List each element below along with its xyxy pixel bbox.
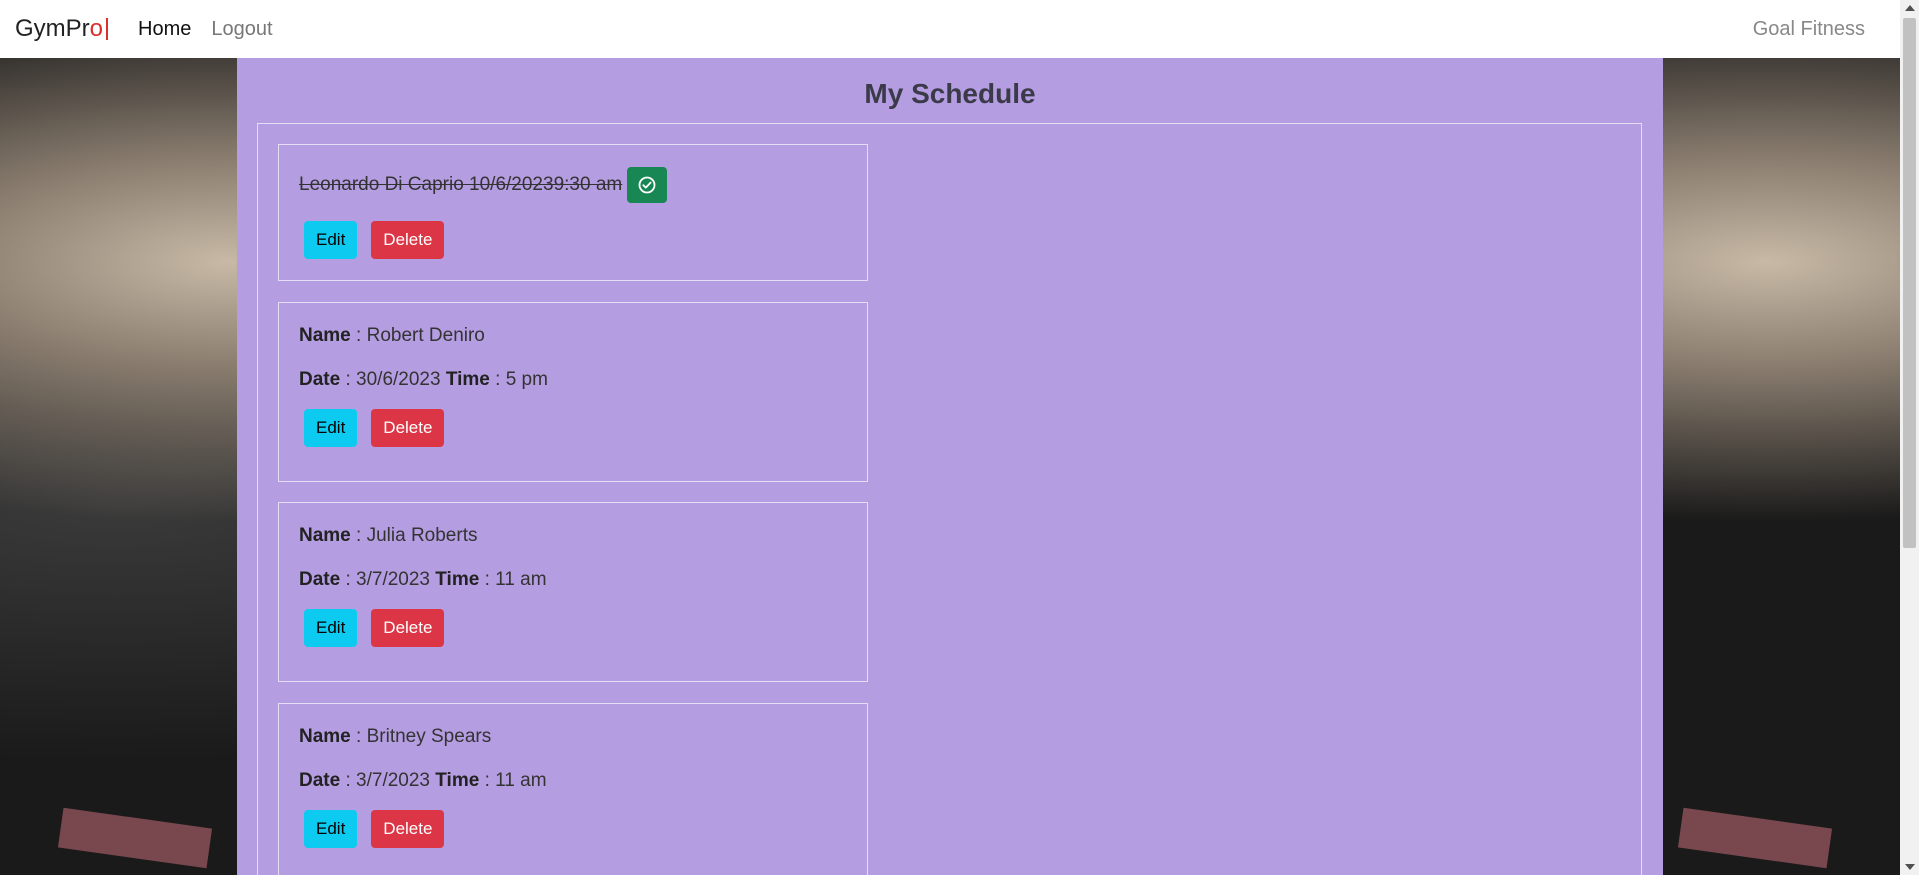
date-label: Date (299, 369, 341, 390)
separator: : (350, 325, 367, 346)
completed-entry-text: Leonardo Di Caprio 10/6/20239:30 am (299, 174, 623, 195)
entry-name-row: Name : Julia Roberts (299, 525, 847, 547)
nav-home[interactable]: Home (138, 18, 191, 41)
separator: : (340, 770, 357, 791)
scroll-thumb[interactable] (1903, 18, 1916, 548)
separator: : (489, 369, 506, 390)
entry-name: Robert Deniro (366, 325, 485, 346)
background-detail (57, 807, 213, 869)
entry-name-row: Name : Britney Spears (299, 726, 847, 748)
nav-logout[interactable]: Logout (211, 18, 272, 41)
delete-button[interactable]: Delete (371, 409, 445, 447)
brand-accent: o (89, 15, 104, 42)
page-title: My Schedule (864, 78, 1036, 109)
name-label: Name (299, 726, 351, 747)
entry-date-row: Date : 30/6/2023 Time : 5 pm (299, 369, 847, 391)
brand-logo[interactable]: GymPr o (15, 15, 109, 43)
schedule-card: Name : Britney Spears Date : 3/7/2023 Ti… (278, 703, 868, 875)
delete-button[interactable]: Delete (371, 810, 445, 848)
date-label: Date (299, 569, 341, 590)
scroll-down-arrow-icon[interactable] (1905, 864, 1915, 870)
entry-name: Julia Roberts (366, 525, 478, 546)
edit-button[interactable]: Edit (304, 609, 358, 647)
page-scrollbar[interactable] (1900, 0, 1919, 875)
check-circle-icon (638, 176, 656, 194)
brand-bar (106, 18, 109, 40)
top-navbar: GymPr o Home Logout Goal Fitness (0, 0, 1900, 58)
background-detail (1677, 807, 1833, 869)
time-label: Time (435, 770, 480, 791)
entry-time: 11 am (495, 569, 547, 590)
entry-name: Britney Spears (366, 726, 492, 747)
entry-time: 5 pm (505, 369, 548, 390)
separator: : (350, 726, 367, 747)
schedule-card: Name : Robert Deniro Date : 30/6/2023 Ti… (278, 302, 868, 482)
entry-date-row: Date : 3/7/2023 Time : 11 am (299, 569, 847, 591)
date-label: Date (299, 770, 341, 791)
separator: : (479, 569, 496, 590)
time-label: Time (445, 369, 490, 390)
name-label: Name (299, 525, 351, 546)
entry-time: 11 am (495, 770, 547, 791)
scroll-up-arrow-icon[interactable] (1905, 5, 1915, 11)
separator: : (479, 770, 496, 791)
entry-date: 3/7/2023 (356, 569, 430, 590)
site-name: Goal Fitness (1752, 17, 1865, 40)
entry-name-row: Name : Robert Deniro (299, 325, 847, 347)
schedule-panel: My Schedule Leonardo Di Caprio 10/6/2023… (237, 58, 1663, 875)
time-label: Time (435, 569, 480, 590)
done-button[interactable] (627, 167, 668, 203)
separator: : (350, 525, 367, 546)
delete-button[interactable]: Delete (371, 609, 445, 647)
separator: : (340, 569, 357, 590)
separator: : (340, 369, 357, 390)
entry-date: 3/7/2023 (356, 770, 430, 791)
schedule-card: Name : Julia Roberts Date : 3/7/2023 Tim… (278, 502, 868, 682)
delete-button[interactable]: Delete (371, 221, 445, 259)
schedule-card-completed: Leonardo Di Caprio 10/6/20239:30 am Edit… (278, 144, 868, 281)
entry-date: 30/6/2023 (356, 369, 441, 390)
edit-button[interactable]: Edit (304, 409, 358, 447)
edit-button[interactable]: Edit (304, 221, 358, 259)
entry-date-row: Date : 3/7/2023 Time : 11 am (299, 770, 847, 792)
name-label: Name (299, 325, 351, 346)
schedule-list: Leonardo Di Caprio 10/6/20239:30 am Edit… (257, 123, 1642, 875)
brand-text: GymPr (15, 15, 90, 42)
edit-button[interactable]: Edit (304, 810, 358, 848)
